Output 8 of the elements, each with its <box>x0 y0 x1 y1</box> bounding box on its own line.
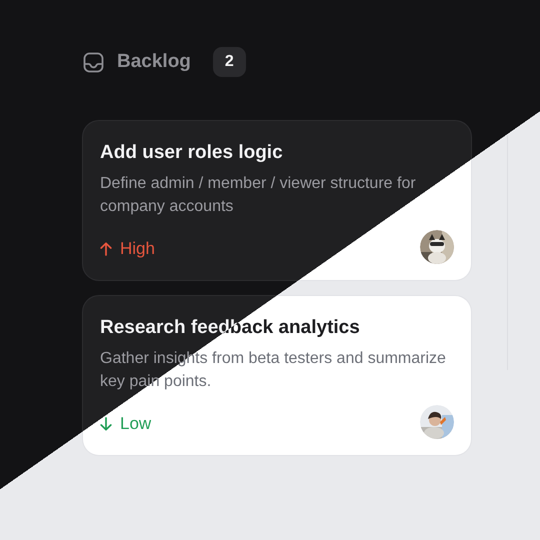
task-card[interactable]: Add user roles logic Define admin / member / viewer structure for company accounts High <box>82 120 472 281</box>
arrow-down-icon <box>100 417 112 431</box>
priority-label: High <box>120 239 155 259</box>
column-title: Backlog <box>117 51 191 73</box>
arrow-up-icon <box>100 242 112 256</box>
card-title: Add user roles logic <box>100 141 283 165</box>
inbox-icon <box>83 52 104 72</box>
count-badge: 2 <box>212 47 246 77</box>
